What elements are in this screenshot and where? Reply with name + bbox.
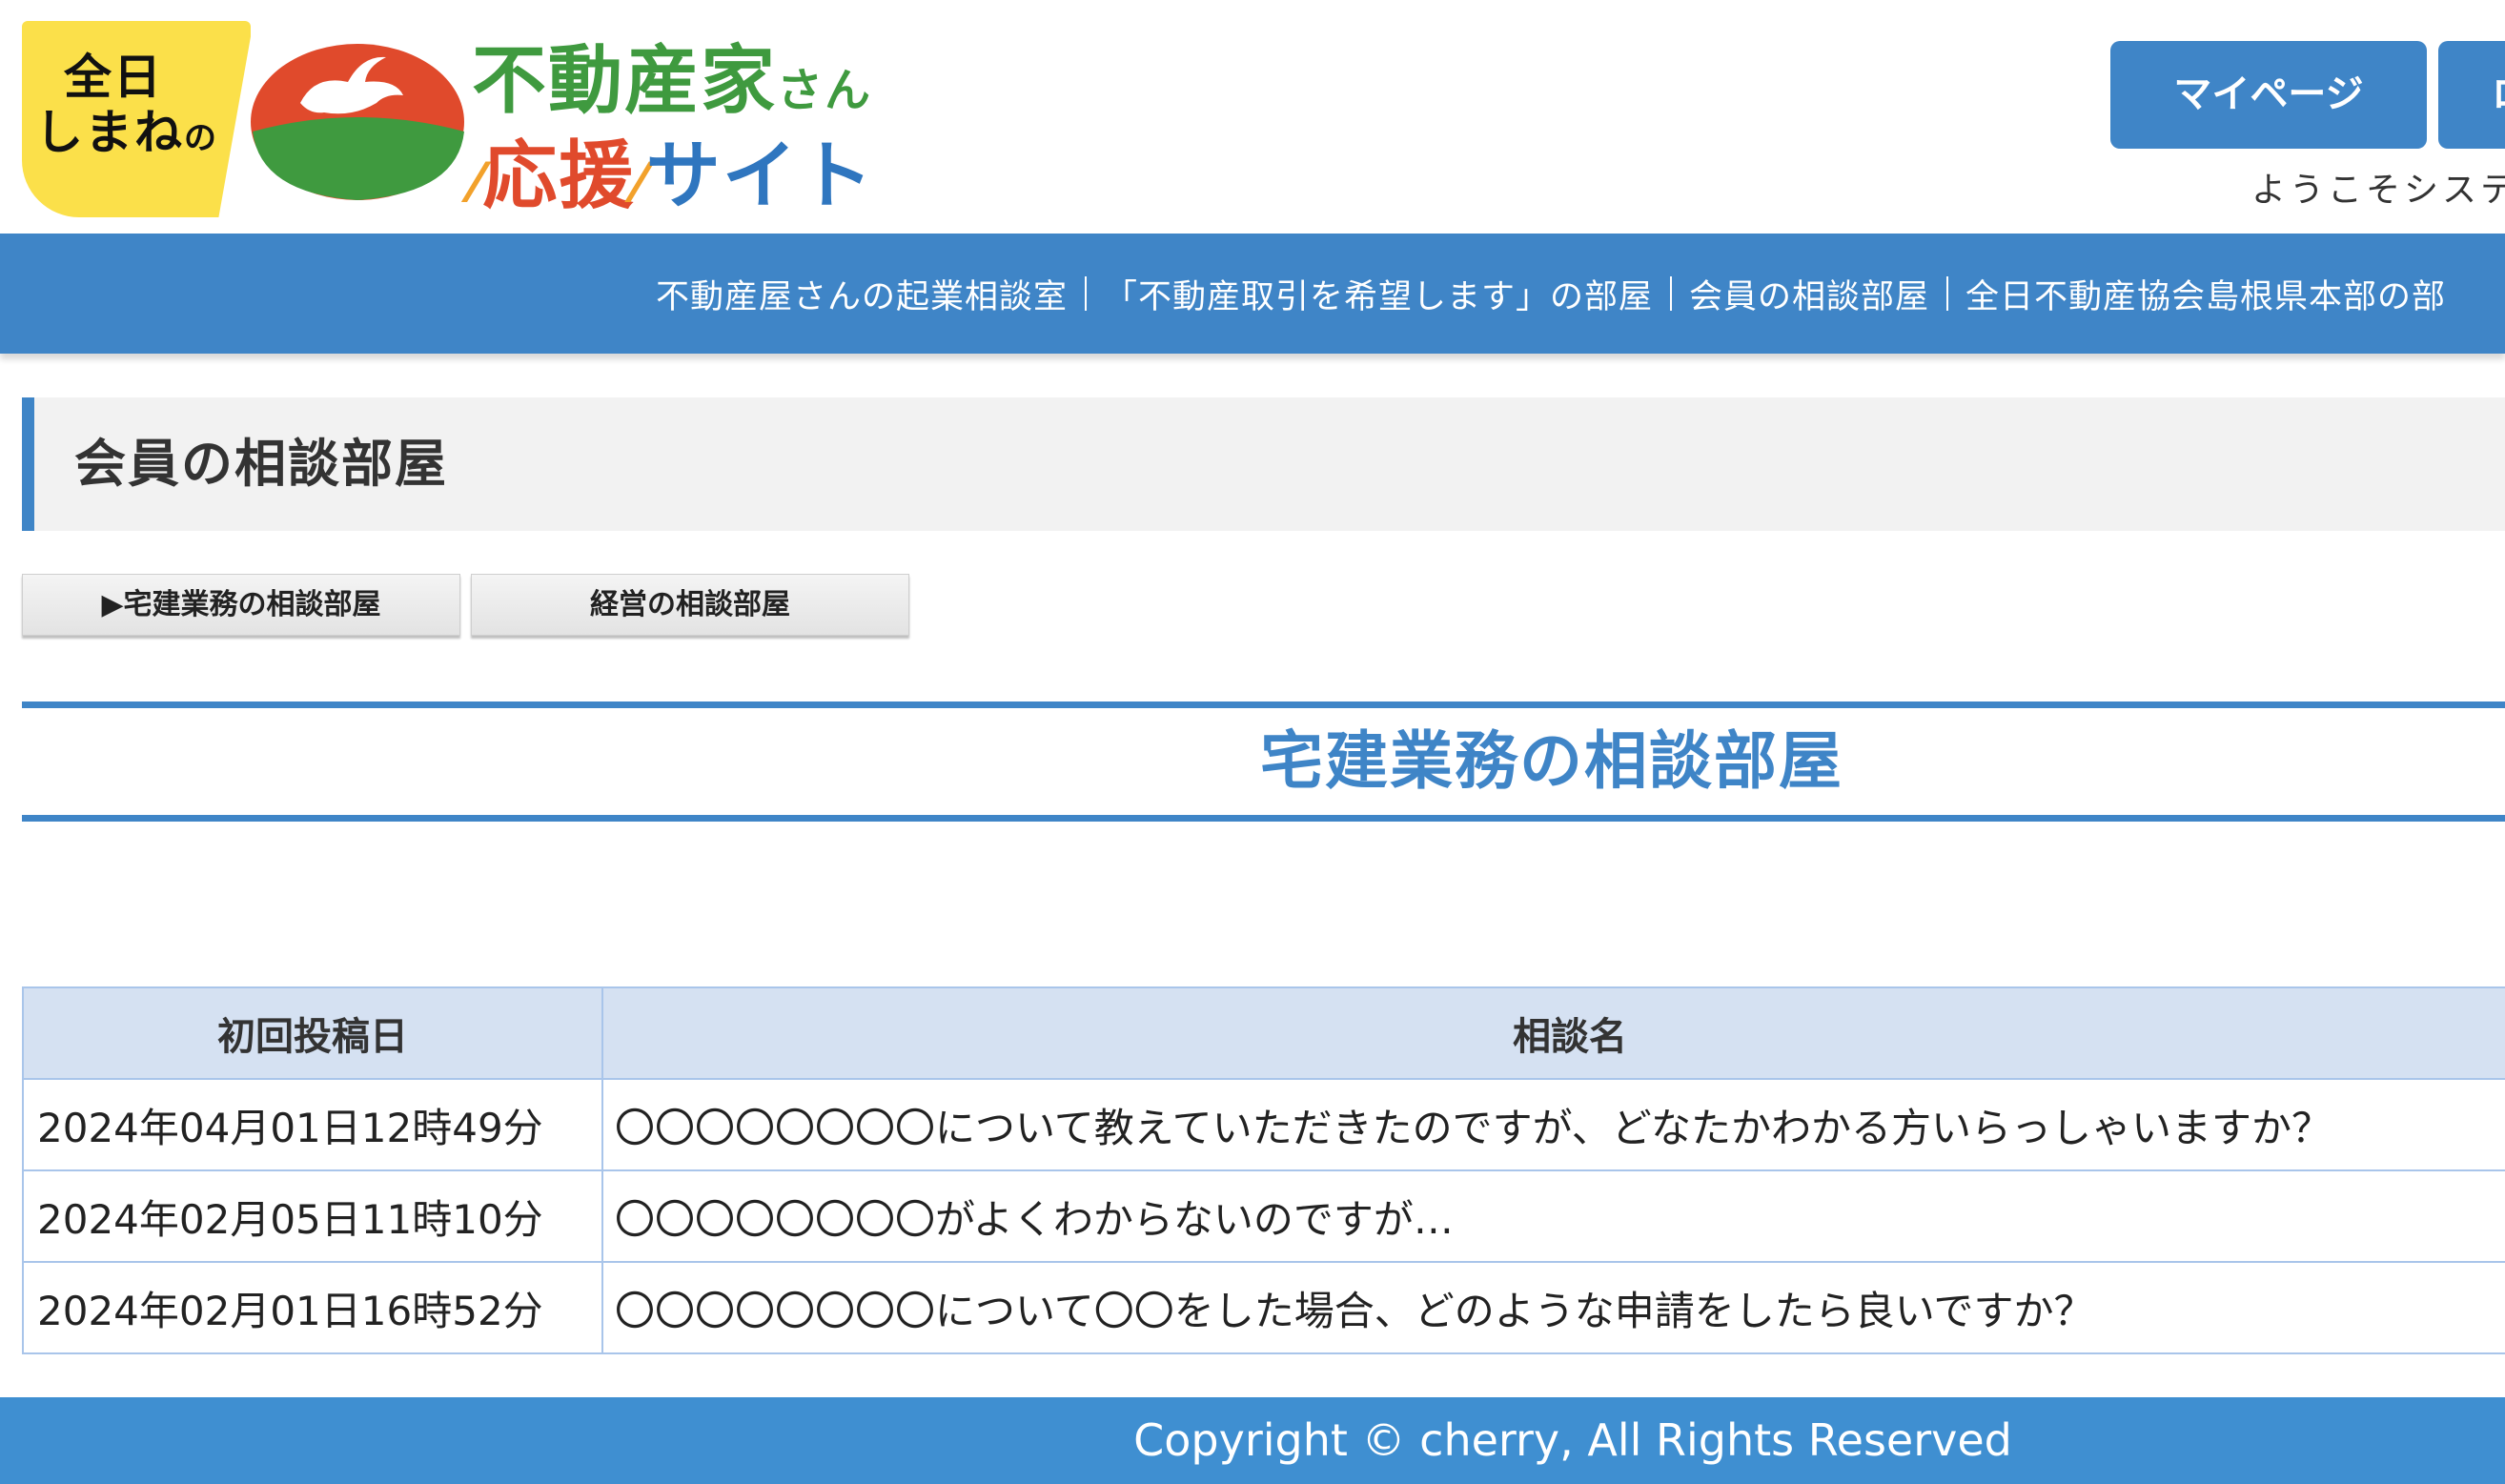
post-date-cell: 2024年02月05日11時10分: [22, 1169, 603, 1263]
section-rule-top: [22, 701, 2505, 708]
consultation-table: 初回投稿日 相談名 2024年04月01日12時49分 〇〇〇〇〇〇〇〇について…: [22, 986, 2505, 1354]
table-header-row: 初回投稿日 相談名: [22, 986, 2505, 1080]
logo-badge-text: 全日 しまねの: [35, 50, 218, 160]
page-title: 会員の相談部屋: [74, 434, 448, 494]
column-header-consultation-title: 相談名: [601, 986, 2505, 1080]
page-title-box: 会員の相談部屋: [22, 397, 2505, 531]
consultation-title-link[interactable]: 〇〇〇〇〇〇〇〇がよくわからないのですが…: [601, 1169, 2505, 1263]
post-date-cell: 2024年02月01日16時52分: [22, 1261, 603, 1354]
nav-item-member-consulting[interactable]: 会員の相談部屋: [1689, 270, 1929, 318]
table-row[interactable]: 2024年02月01日16時52分 〇〇〇〇〇〇〇〇について〇〇をした場合、どの…: [22, 1261, 2505, 1354]
post-date-cell: 2024年04月01日12時49分: [22, 1078, 603, 1171]
nav-item-shimane-headquarters[interactable]: 全日不動産協会島根県本部の部: [1965, 270, 2446, 318]
tab-real-estate-consulting[interactable]: ▶宅建業務の相談部屋: [22, 574, 460, 636]
rabbit-moon-logo-icon: [251, 44, 464, 200]
section-rule-bottom: [22, 815, 2505, 822]
table-row[interactable]: 2024年02月05日11時10分 〇〇〇〇〇〇〇〇がよくわからないのですが…: [22, 1169, 2505, 1263]
logo-wordmark: 不動産家さん ⁄応援⁄サイト: [472, 38, 875, 219]
mypage-button[interactable]: マイページ: [2110, 41, 2427, 149]
nav-separator: [1946, 276, 1949, 311]
consultation-title-link[interactable]: 〇〇〇〇〇〇〇〇について教えていただきたのですが、どなたかわかる方いらっしゃいま…: [601, 1078, 2505, 1171]
table-row[interactable]: 2024年04月01日12時49分 〇〇〇〇〇〇〇〇について教えていただきたので…: [22, 1078, 2505, 1171]
nav-separator: [1085, 276, 1088, 311]
global-nav: 不動産屋さんの起業相談室 「不動産取引を希望します」の部屋 会員の相談部屋 全日…: [0, 234, 2505, 354]
nav-separator: [1670, 276, 1673, 311]
nav-item-startup-consulting[interactable]: 不動産屋さんの起業相談室: [656, 270, 1068, 318]
section-title: 宅建業務の相談部屋: [1260, 724, 1843, 798]
welcome-text: ようこそシステ: [2251, 171, 2505, 210]
copyright-text: Copyright © cherry, All Rights Reserved: [1133, 1414, 2012, 1466]
nav-items: 不動産屋さんの起業相談室 「不動産取引を希望します」の部屋 会員の相談部屋 全日…: [656, 234, 2446, 354]
tab-management-consulting[interactable]: 経営の相談部屋: [471, 574, 909, 636]
consultation-title-link[interactable]: 〇〇〇〇〇〇〇〇について〇〇をした場合、どのような申請をしたら良いですか？: [601, 1261, 2505, 1354]
column-header-first-post-date: 初回投稿日: [22, 986, 603, 1080]
nav-item-transaction-request[interactable]: 「不動産取引を希望します」の部屋: [1104, 270, 1653, 318]
site-header: 全日 しまねの 不動産家さん ⁄応援⁄サイト マイページ ロ ようこそシステ: [0, 0, 2505, 234]
logout-button[interactable]: ロ: [2438, 41, 2505, 149]
site-logo[interactable]: 全日 しまねの 不動産家さん ⁄応援⁄サイト: [22, 21, 880, 221]
site-footer: Copyright © cherry, All Rights Reserved: [0, 1397, 2505, 1484]
